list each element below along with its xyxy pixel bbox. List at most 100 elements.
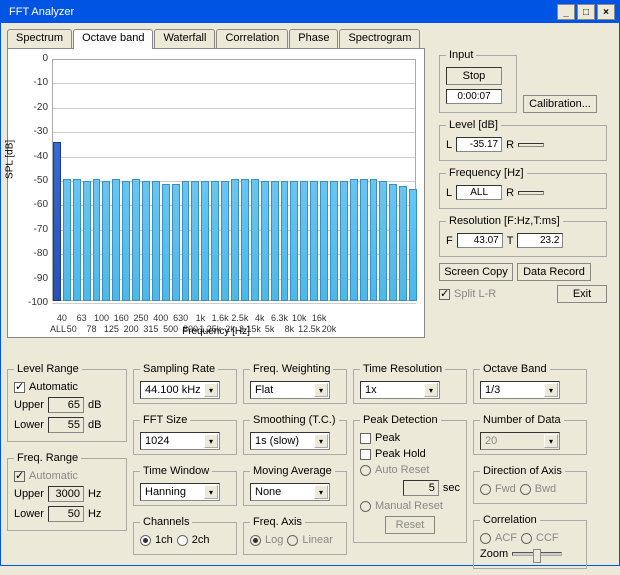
octave-bar [231, 179, 239, 301]
y-tick: -60 [8, 199, 48, 210]
octave-bar [241, 179, 249, 301]
dir-bwd-radio [520, 484, 531, 495]
chevron-down-icon: ▾ [204, 383, 218, 397]
x-tick: 16k [306, 313, 332, 323]
acf-radio [480, 533, 491, 544]
octave-bar [112, 179, 120, 301]
octave-bar [182, 181, 190, 301]
octave-band-plot: SPL [dB] 0-10-20-30-40-50-60-70-80-90-10… [7, 48, 425, 338]
calibration-button[interactable]: Calibration... [523, 95, 597, 113]
octave-bar [281, 181, 289, 301]
octave-bar [370, 179, 378, 301]
tab-waterfall[interactable]: Waterfall [154, 29, 215, 49]
octave-bar [132, 179, 140, 301]
channels-2ch-radio[interactable] [177, 535, 188, 546]
octave-bar [211, 181, 219, 301]
chevron-down-icon: ▾ [314, 383, 328, 397]
level-upper-input: 65 [48, 397, 84, 413]
freqrange-auto-checkbox [14, 471, 25, 482]
split-lr-checkbox [439, 289, 450, 300]
y-tick: -20 [8, 102, 48, 113]
data-record-button[interactable]: Data Record [517, 263, 591, 281]
close-button[interactable]: × [597, 4, 615, 20]
level-left-value: -35.17 [456, 137, 502, 152]
octave-bar [261, 181, 269, 301]
tab-bar: SpectrumOctave bandWaterfallCorrelationP… [7, 29, 613, 49]
chevron-down-icon: ▾ [314, 485, 328, 499]
chevron-down-icon: ▾ [314, 434, 328, 448]
maximize-button[interactable]: □ [577, 4, 595, 20]
exit-button[interactable]: Exit [557, 285, 607, 303]
screen-copy-button[interactable]: Screen Copy [439, 263, 513, 281]
freqrange-upper-input: 3000 [48, 486, 84, 502]
freq-left-value: ALL [456, 185, 502, 200]
ccf-radio [521, 533, 532, 544]
dir-fwd-radio [480, 484, 491, 495]
octave-bar [191, 181, 199, 301]
chevron-down-icon: ▾ [204, 485, 218, 499]
y-tick: -70 [8, 224, 48, 235]
tab-spectrum[interactable]: Spectrum [7, 29, 72, 49]
freq-right-value [518, 191, 544, 195]
auto-reset-sec-input: 5 [403, 480, 439, 496]
zoom-slider [512, 552, 562, 556]
x-tick: 20k [316, 324, 342, 334]
octave-bar [152, 181, 160, 301]
chevron-down-icon: ▾ [204, 434, 218, 448]
octave-bar [350, 179, 358, 301]
freq-axis-linear-radio [287, 535, 298, 546]
resolution-f-value: 43.07 [457, 233, 503, 248]
tab-octave-band[interactable]: Octave band [73, 29, 153, 49]
octave-bar [409, 189, 417, 301]
octave-bar [201, 181, 209, 301]
level-legend: Level [dB] [446, 119, 501, 131]
elapsed-time: 0:00:07 [446, 89, 502, 104]
x-axis-label: Frequency [Hz] [182, 326, 250, 337]
octave-bar [93, 179, 101, 301]
manual-reset-radio [360, 501, 371, 512]
smoothing-select[interactable]: 1s (slow)▾ [250, 432, 330, 450]
y-tick: -50 [8, 175, 48, 186]
chevron-down-icon: ▾ [424, 383, 438, 397]
resolution-t-value: 23.2 [517, 233, 563, 248]
stop-button[interactable]: Stop [446, 67, 502, 85]
octave-bar [83, 181, 91, 301]
octave-bar [63, 179, 71, 301]
freq-axis-log-radio [250, 535, 261, 546]
octave-bar [310, 181, 318, 301]
octave-bar [290, 181, 298, 301]
tab-phase[interactable]: Phase [289, 29, 338, 49]
freq-weighting-select[interactable]: Flat▾ [250, 381, 330, 399]
octave-bar [389, 184, 397, 301]
fft-size-select[interactable]: 1024▾ [140, 432, 220, 450]
chevron-down-icon: ▾ [544, 434, 558, 448]
octave-bar [360, 179, 368, 301]
octave-bar [172, 184, 180, 301]
y-tick: -100 [8, 297, 48, 308]
title-bar: FFT Analyzer _ □ × [1, 1, 619, 23]
level-auto-checkbox[interactable] [14, 382, 25, 393]
moving-average-select[interactable]: None▾ [250, 483, 330, 501]
octave-bar [340, 181, 348, 301]
reset-button: Reset [385, 516, 435, 534]
chevron-down-icon: ▾ [544, 383, 558, 397]
octave-bar [320, 181, 328, 301]
tab-spectrogram[interactable]: Spectrogram [339, 29, 420, 49]
octave-bar [300, 181, 308, 301]
octave-bar [122, 181, 130, 301]
sampling-rate-select[interactable]: 44.100 kHz▾ [140, 381, 220, 399]
resolution-legend: Resolution [F:Hz,T:ms] [446, 215, 563, 227]
minimize-button[interactable]: _ [557, 4, 575, 20]
tab-correlation[interactable]: Correlation [216, 29, 288, 49]
octave-band-select[interactable]: 1/3▾ [480, 381, 560, 399]
octave-bar [102, 181, 110, 301]
y-tick: 0 [8, 53, 48, 64]
time-window-select[interactable]: Hanning▾ [140, 483, 220, 501]
peak-checkbox[interactable] [360, 433, 371, 444]
octave-bar [379, 181, 387, 301]
peak-hold-checkbox[interactable] [360, 449, 371, 460]
channels-1ch-radio[interactable] [140, 535, 151, 546]
time-resolution-select[interactable]: 1x▾ [360, 381, 440, 399]
input-legend: Input [446, 49, 476, 61]
y-tick: -90 [8, 273, 48, 284]
